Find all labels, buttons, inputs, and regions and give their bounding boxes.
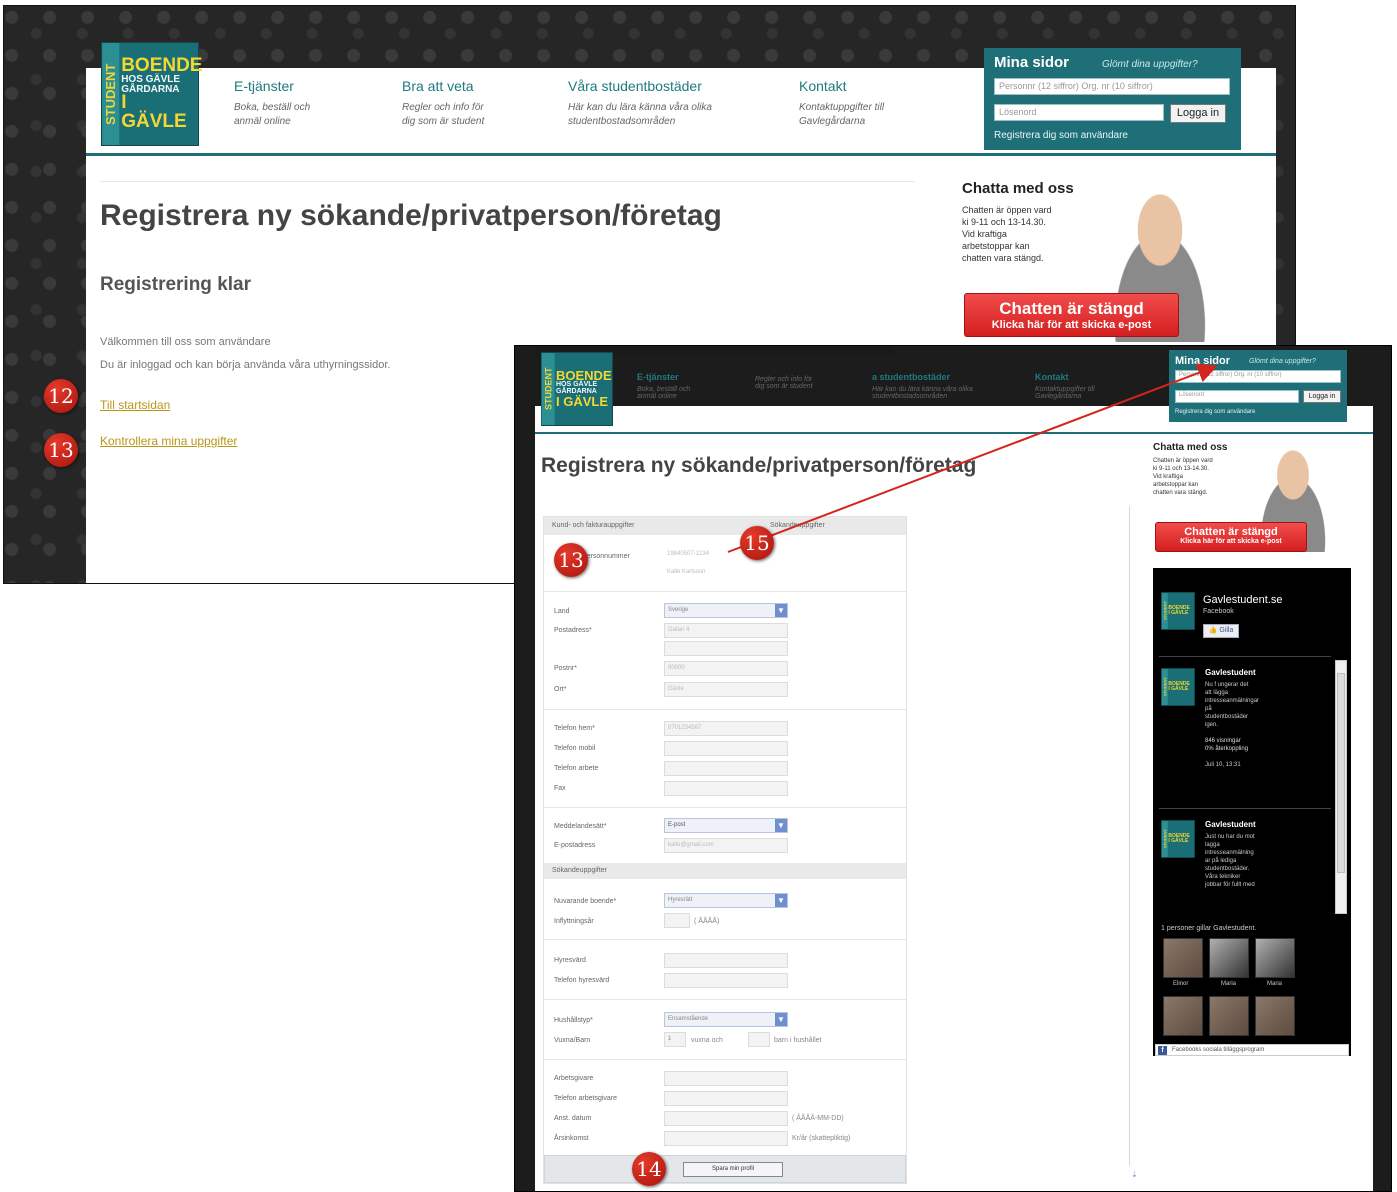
step-badge: 12 xyxy=(44,379,78,413)
annotation-arrow xyxy=(727,363,1218,553)
step-badge: 13 xyxy=(44,433,78,467)
step-badge: 15 xyxy=(740,526,774,560)
tutorial-composite: STUDENT BOENDE HOS GÄVLE GÅRDARNA I GÄVL… xyxy=(0,0,1397,1192)
step-badge: 13 xyxy=(554,543,588,577)
step-badge: 14 xyxy=(632,1152,666,1186)
